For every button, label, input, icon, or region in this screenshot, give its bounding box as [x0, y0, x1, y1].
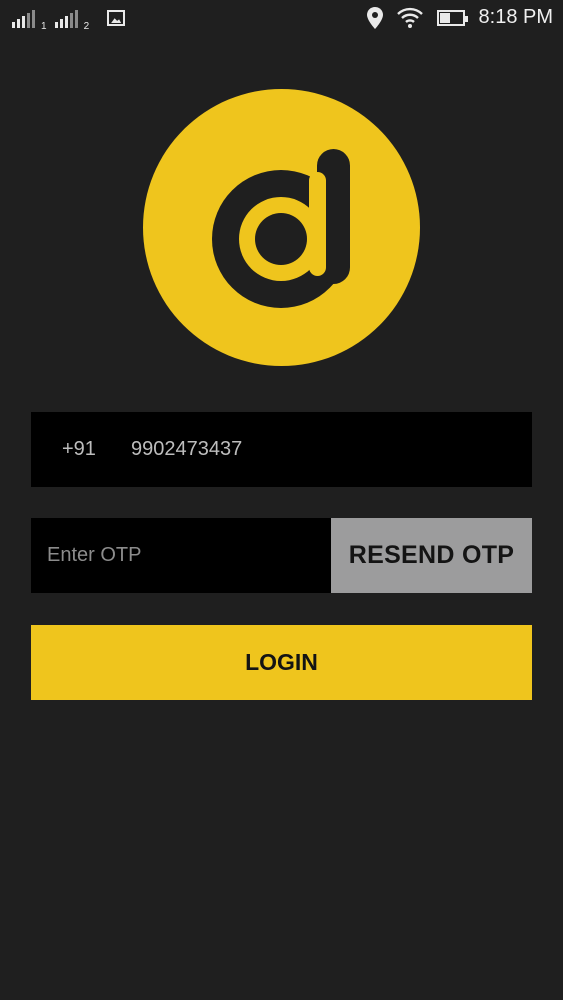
image-notification-icon [107, 10, 126, 26]
battery-level [439, 12, 450, 23]
location-icon [366, 6, 383, 29]
signal-icon [54, 8, 78, 28]
phone-field[interactable]: +91 [31, 412, 532, 487]
country-code[interactable]: +91 [62, 438, 96, 461]
status-bar-right: 8:18 PM [366, 6, 553, 29]
status-bar-left: 1 2 [12, 8, 126, 32]
sim1-label: 1 [41, 21, 47, 32]
status-bar: 1 2 8:18 PM [0, 0, 563, 40]
phone-number-input[interactable] [131, 412, 511, 487]
login-button[interactable]: LOGIN [31, 625, 532, 700]
status-time: 8:18 PM [478, 6, 553, 28]
otp-input[interactable] [47, 518, 317, 593]
wifi-icon [396, 7, 423, 28]
sim2-label: 2 [83, 21, 90, 32]
otp-field[interactable] [31, 518, 331, 593]
signal-icon [12, 8, 35, 28]
battery-icon [436, 9, 468, 26]
resend-otp-button[interactable]: RESEND OTP [331, 518, 532, 593]
app-logo [143, 89, 420, 366]
